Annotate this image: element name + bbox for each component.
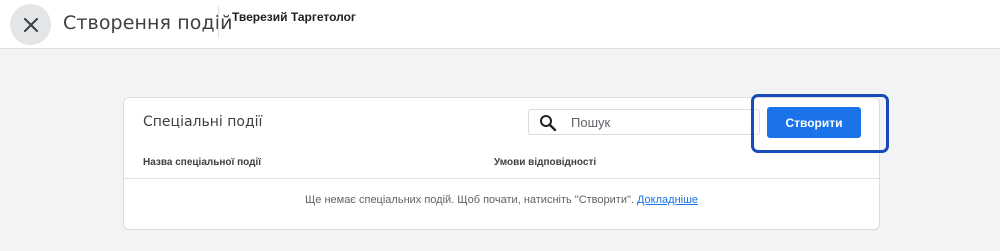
card-title: Спеціальні події bbox=[143, 114, 263, 130]
column-header-conditions[interactable]: Умови відповідності bbox=[494, 157, 596, 168]
page-title: Створення подій bbox=[63, 12, 233, 34]
close-button[interactable] bbox=[10, 4, 51, 45]
app-header: Створення подій Тверезий Таргетолог bbox=[0, 0, 1000, 49]
column-header-name[interactable]: Назва спеціальної події bbox=[143, 157, 261, 168]
empty-state: Ще немає спеціальних подій. Щоб почати, … bbox=[124, 194, 879, 206]
search-input[interactable] bbox=[571, 112, 751, 132]
close-icon bbox=[23, 17, 38, 32]
header-divider bbox=[218, 6, 219, 38]
table-divider bbox=[124, 178, 879, 179]
empty-state-text: Ще немає спеціальних подій. Щоб почати, … bbox=[304, 194, 634, 206]
search-box[interactable] bbox=[528, 109, 760, 135]
search-icon bbox=[540, 115, 557, 132]
account-name: Тверезий Таргетолог bbox=[232, 10, 356, 24]
create-button[interactable]: Створити bbox=[767, 107, 861, 138]
learn-more-link[interactable]: Докладніше bbox=[637, 194, 698, 206]
